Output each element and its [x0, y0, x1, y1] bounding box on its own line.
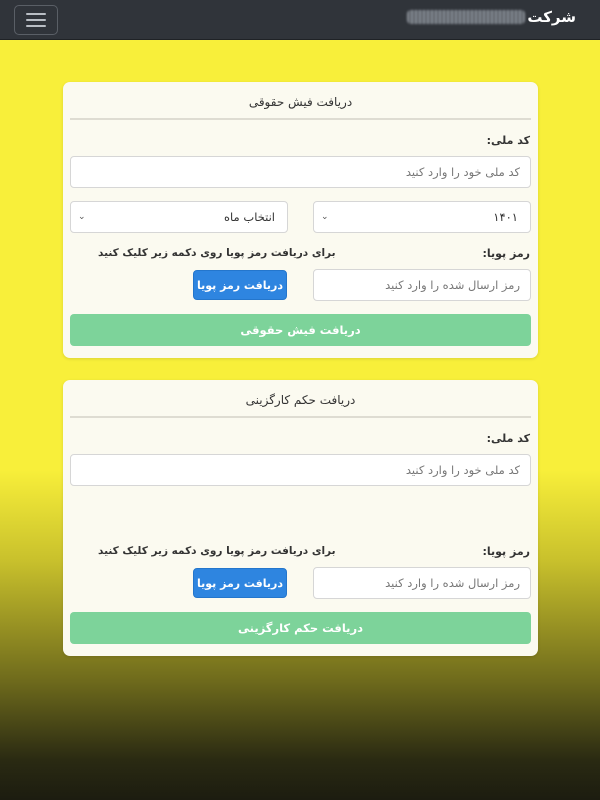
year-select-value: ۱۴۰۱: [493, 210, 518, 224]
hamburger-menu-icon-bar: [26, 25, 46, 27]
hamburger-menu-icon: [26, 13, 46, 15]
get-payslip-button[interactable]: دریافت فیش حقوقی: [70, 314, 531, 346]
get-otp-button[interactable]: دریافت رمز پویا: [193, 270, 287, 300]
otp-label: رمز پویا:: [482, 545, 530, 558]
national-code-input[interactable]: کد ملی خود را وارد کنید: [70, 454, 531, 486]
payslip-card: دریافت فیش حقوقی کد ملی: کد ملی خود را و…: [63, 82, 538, 358]
top-navbar: شرکت: [0, 0, 600, 40]
otp-input[interactable]: رمز ارسال شده را وارد کنید: [313, 567, 531, 599]
otp-hint: برای دریافت رمز پویا روی دکمه زیر کلیک ک…: [98, 247, 336, 259]
national-code-label: کد ملی:: [486, 432, 530, 445]
chevron-down-icon: ⌄: [321, 212, 329, 222]
national-code-input[interactable]: کد ملی خود را وارد کنید: [70, 156, 531, 188]
national-code-label: کد ملی:: [486, 134, 530, 147]
hamburger-menu-icon-bar: [26, 19, 46, 21]
otp-label: رمز پویا:: [482, 247, 530, 260]
year-select[interactable]: ۱۴۰۱ ⌄: [313, 201, 531, 233]
employment-decree-card: دریافت حکم کارگزینی کد ملی: کد ملی خود ر…: [63, 380, 538, 656]
hamburger-menu-button[interactable]: [14, 5, 58, 35]
get-employment-decree-button[interactable]: دریافت حکم کارگزینی: [70, 612, 531, 644]
brand-name: شرکت: [527, 8, 576, 26]
otp-input[interactable]: رمز ارسال شده را وارد کنید: [313, 269, 531, 301]
otp-hint: برای دریافت رمز پویا روی دکمه زیر کلیک ک…: [98, 545, 336, 557]
payslip-card-title: دریافت فیش حقوقی: [70, 82, 531, 120]
brand-name-redacted: [407, 10, 526, 24]
brand-logo[interactable]: شرکت: [407, 8, 576, 26]
employment-card-title: دریافت حکم کارگزینی: [70, 380, 531, 418]
chevron-down-icon: ⌄: [78, 212, 86, 222]
get-otp-button[interactable]: دریافت رمز پویا: [193, 568, 287, 598]
month-select-value: انتخاب ماه: [224, 210, 275, 224]
month-select[interactable]: انتخاب ماه ⌄: [70, 201, 288, 233]
